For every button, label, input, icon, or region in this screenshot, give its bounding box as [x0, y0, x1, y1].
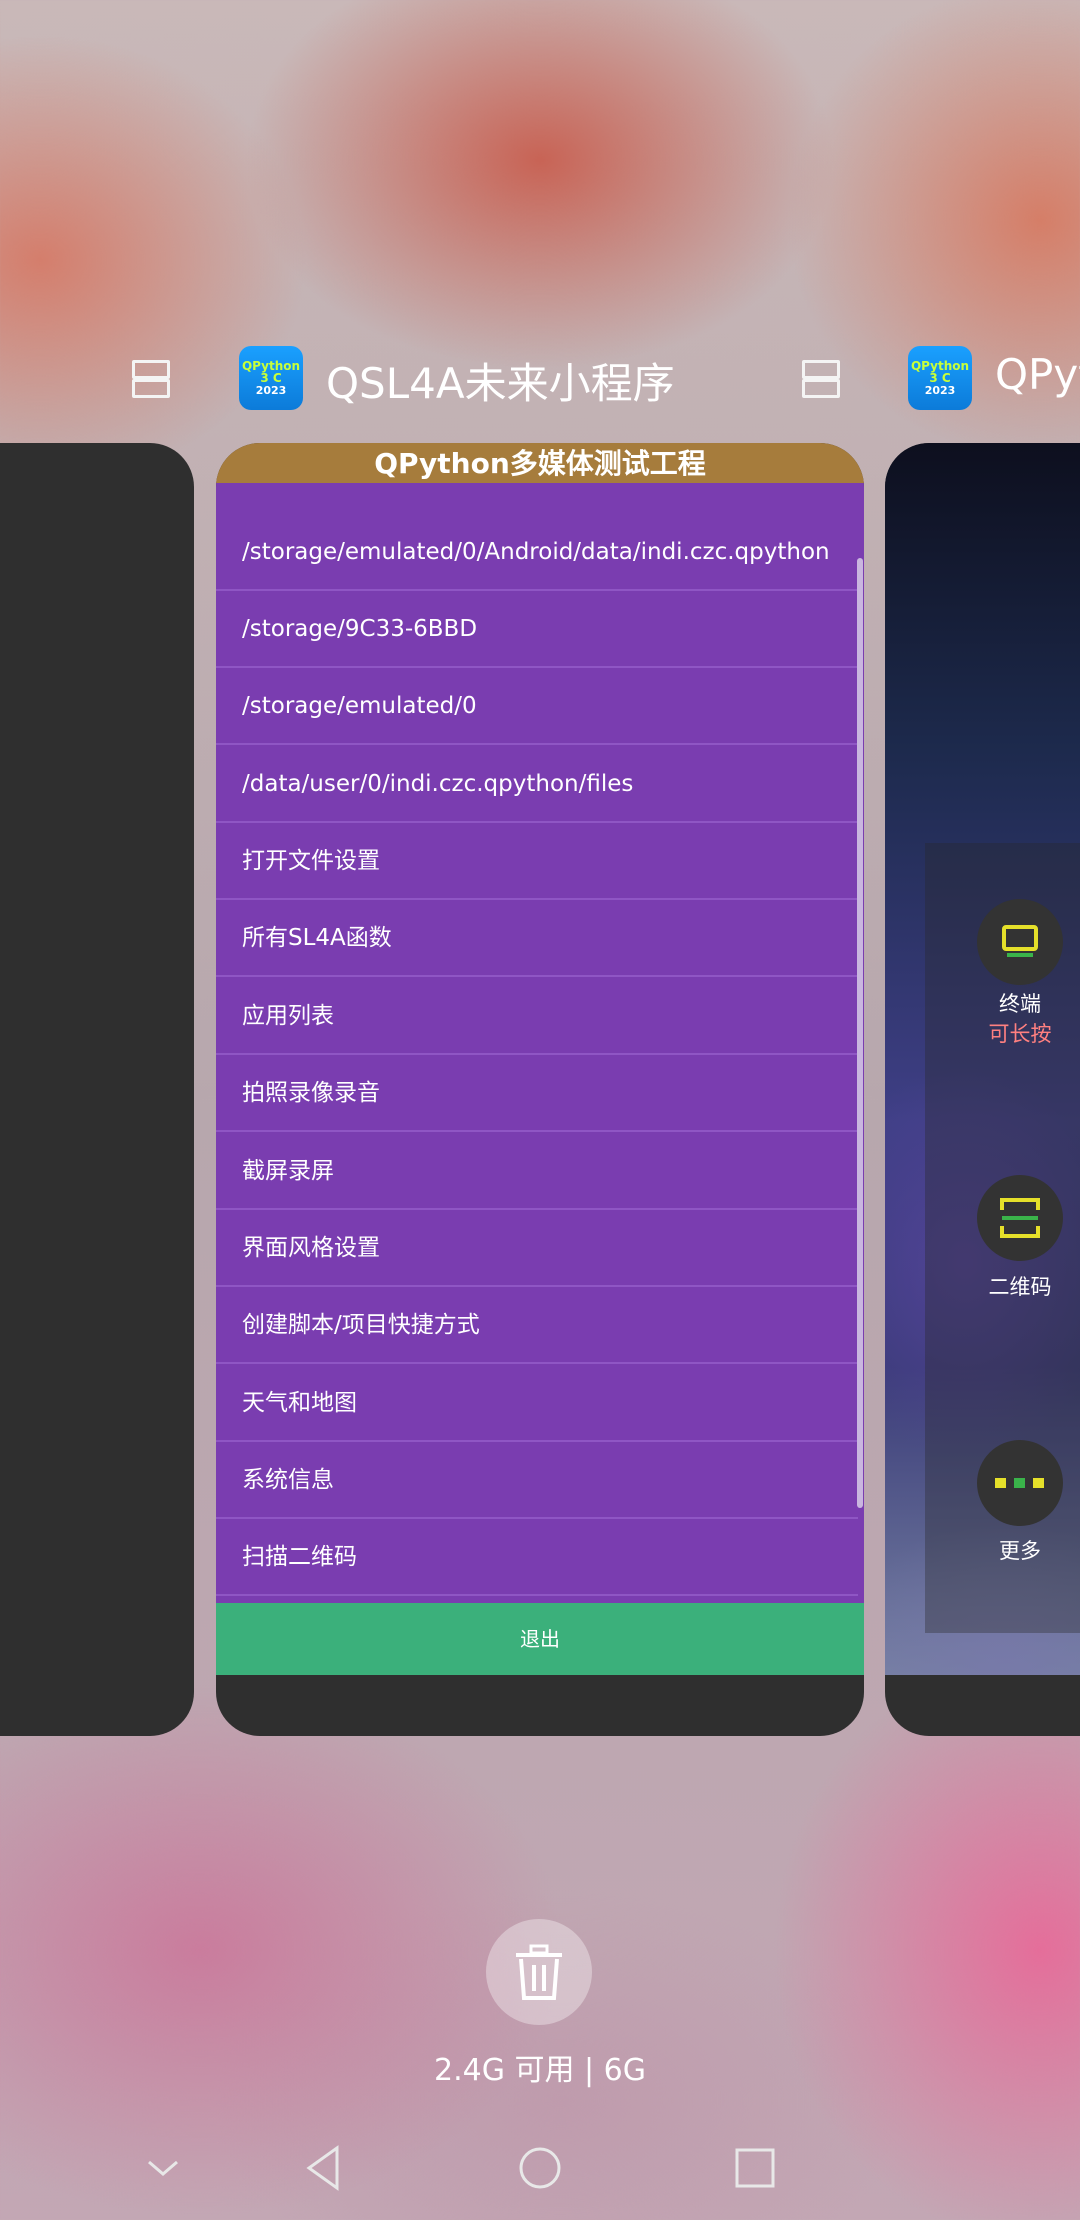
back-triangle-icon [306, 2145, 339, 2191]
trash-icon [516, 1944, 562, 2000]
recents-square-icon [735, 2148, 775, 2188]
qpython-app-icon: QPython 3 C 2023 [239, 346, 303, 410]
list-item[interactable]: 截屏录屏 [216, 1133, 858, 1210]
list-item[interactable]: 拍照录像录音 [216, 1055, 858, 1132]
terminal-label: 终端 [999, 992, 1041, 1016]
qrcode-scan-icon [1000, 1198, 1040, 1238]
list-item[interactable]: /data/user/0/indi.czc.qpython/files [216, 746, 858, 823]
app-icon-line-2: 3 C [260, 371, 282, 386]
memory-status: 2.4G 可用 | 6G [433, 2053, 646, 2088]
list-item[interactable]: 所有SL4A函数 [216, 900, 858, 977]
recent-app-card-main[interactable]: QPython多媒体测试工程 /storage/emulated/0/Andro… [216, 443, 864, 1736]
exit-button[interactable]: 退出 [216, 1603, 864, 1675]
terminal-hint: 可长按 [988, 1022, 1052, 1046]
list-item[interactable]: 创建脚本/项目快捷方式 [216, 1287, 858, 1364]
terminal-icon [1002, 925, 1038, 957]
app-header-title: QPython多媒体测试工程 [216, 443, 864, 483]
nav-home-button[interactable] [514, 2140, 566, 2196]
list-item[interactable]: 系统信息 [216, 1442, 858, 1519]
app-title: QSL4A未来小程序 [326, 359, 675, 408]
more-button[interactable] [977, 1440, 1063, 1526]
list-item[interactable]: 扫描二维码 [216, 1519, 858, 1596]
qpython-app-icon-right: QPython 3 C 2023 [908, 346, 972, 410]
list-item[interactable]: /storage/emulated/0/Android/data/indi.cz… [216, 514, 858, 591]
split-screen-icon[interactable] [800, 358, 840, 398]
app-icon-line-3: 2023 [924, 383, 956, 397]
terminal-button[interactable] [977, 899, 1063, 985]
chevron-down-icon [148, 2160, 178, 2176]
qrcode-button[interactable] [977, 1175, 1063, 1261]
recent-app-card-right[interactable]: 终端 可长按 二维码 更多 [885, 443, 1080, 1736]
more-label: 更多 [999, 1539, 1041, 1563]
app-icon-line-3: 2023 [255, 383, 287, 397]
list-item[interactable]: 界面风格设置 [216, 1210, 858, 1287]
split-screen-icon[interactable] [130, 358, 170, 398]
nav-hide-button[interactable] [140, 2140, 186, 2196]
list-item[interactable]: /storage/emulated/0 [216, 668, 858, 745]
app-icon-line-2: 3 C [929, 371, 951, 386]
nav-recents-button[interactable] [731, 2140, 779, 2196]
qrcode-label: 二维码 [988, 1275, 1052, 1299]
menu-list: /storage/emulated/0/Android/data/indi.cz… [216, 483, 864, 1643]
recent-app-card-left[interactable] [0, 443, 194, 1736]
nav-back-button[interactable] [300, 2140, 346, 2196]
clear-all-button[interactable] [486, 1919, 592, 2025]
home-circle-icon [519, 2147, 561, 2189]
app-title-right: QPyt [995, 350, 1080, 399]
list-item[interactable]: /storage/9C33-6BBD [216, 591, 858, 668]
list-item[interactable]: 打开文件设置 [216, 823, 858, 900]
list-item[interactable]: 天气和地图 [216, 1365, 858, 1442]
list-item[interactable]: 应用列表 [216, 978, 858, 1055]
more-icon [995, 1478, 1044, 1488]
scrollbar[interactable] [857, 558, 863, 1508]
